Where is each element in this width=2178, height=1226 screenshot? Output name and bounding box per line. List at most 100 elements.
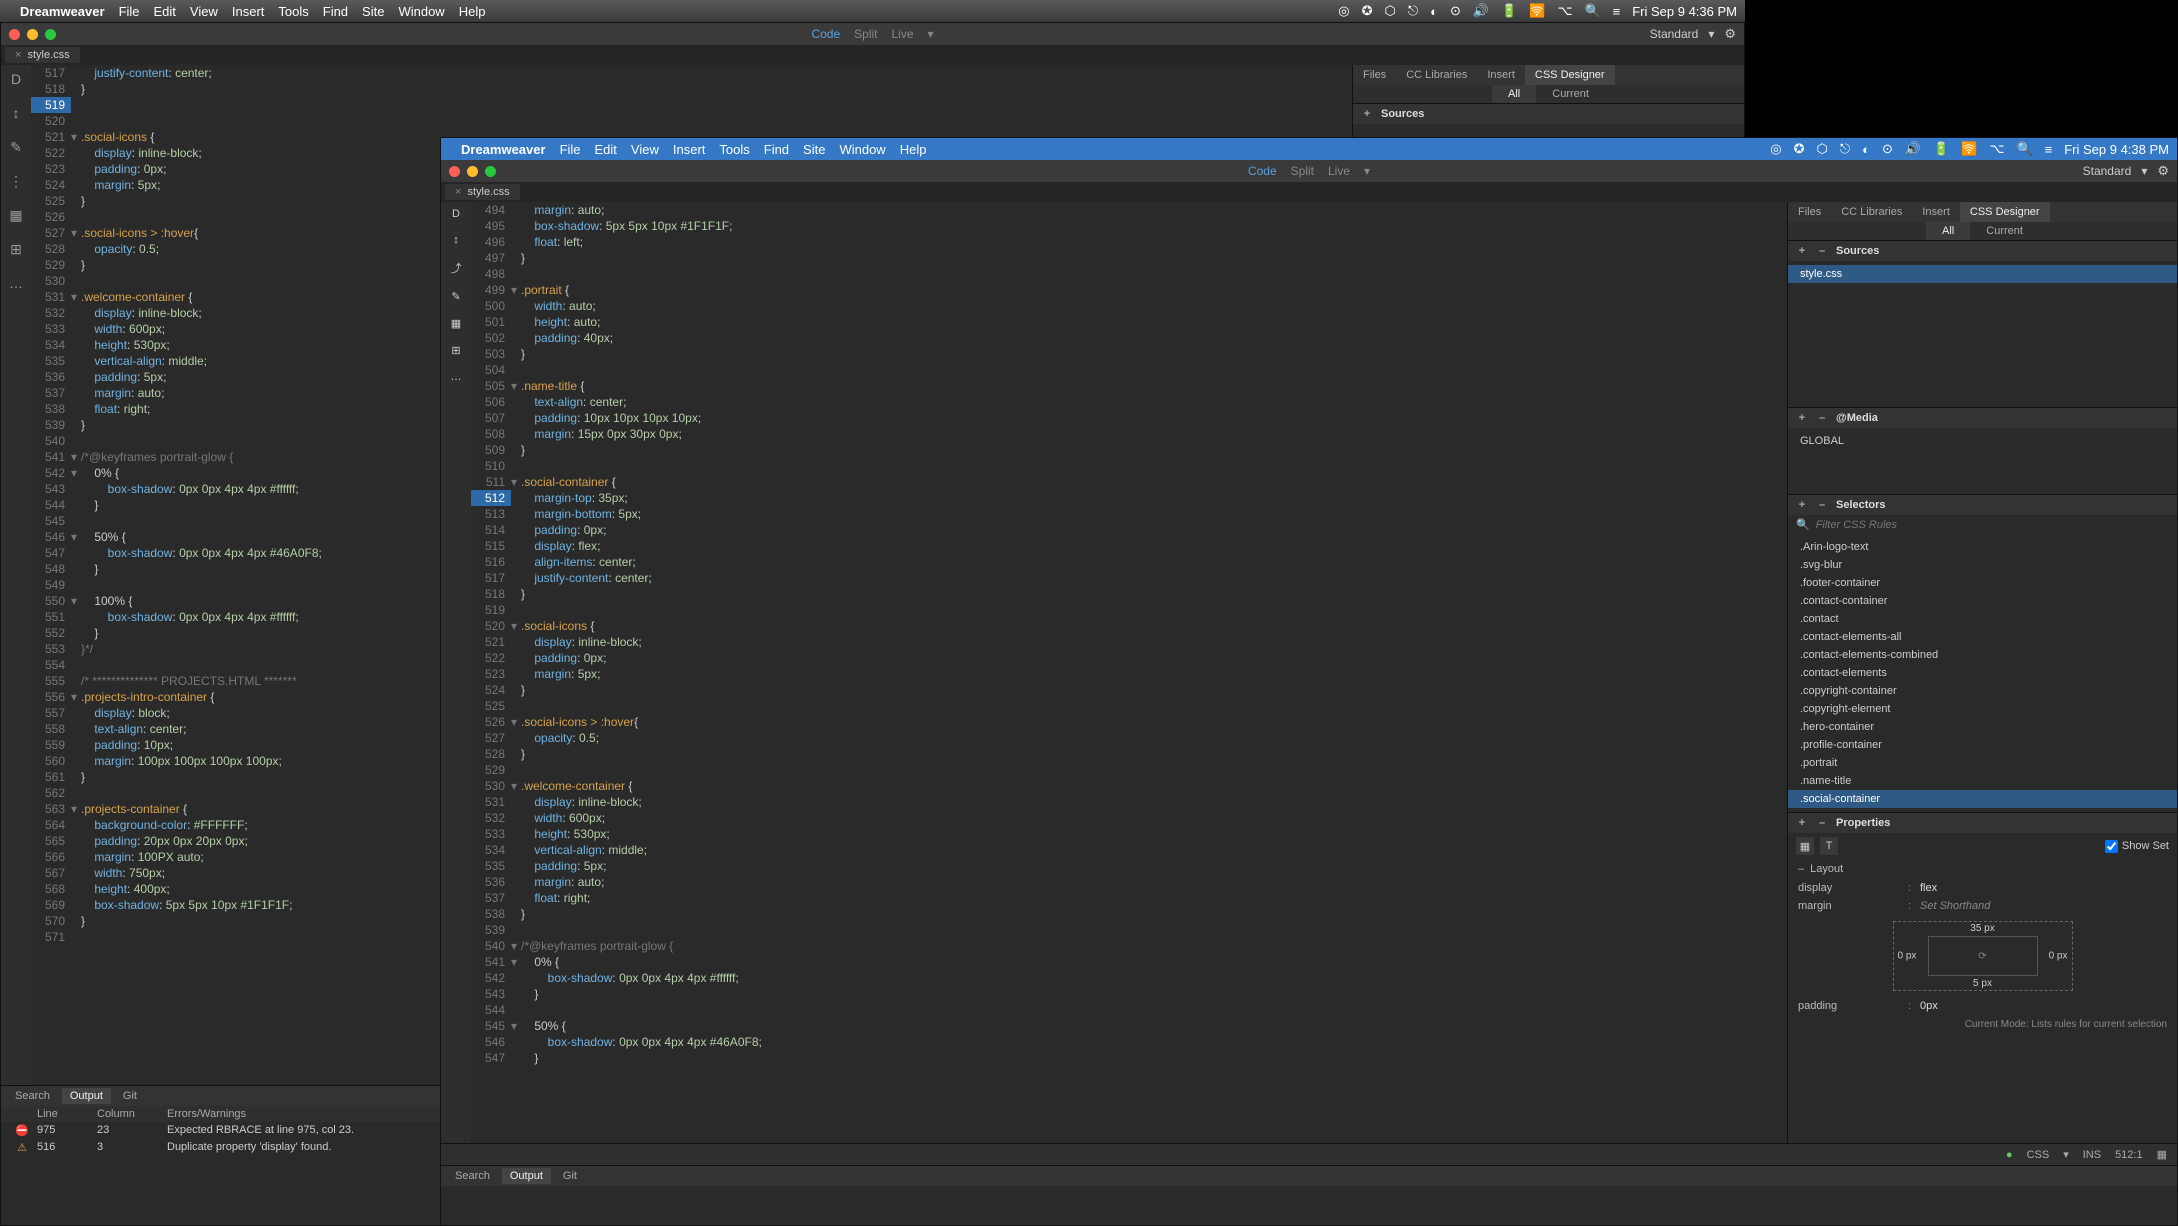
status-icon[interactable]: ✪ bbox=[1794, 141, 1805, 157]
tab-git[interactable]: Git bbox=[115, 1088, 145, 1104]
add-media-icon[interactable]: + bbox=[1796, 412, 1808, 424]
add-property-icon[interactable]: + bbox=[1796, 817, 1808, 829]
mode-split[interactable]: Split bbox=[1291, 164, 1314, 178]
prop-padding[interactable]: padding : 0px bbox=[1788, 997, 2177, 1015]
menu-insert[interactable]: Insert bbox=[673, 142, 706, 157]
code-line[interactable]: 515 display: flex; bbox=[471, 538, 1787, 554]
sources-header[interactable]: + – Sources bbox=[1788, 241, 2177, 261]
code-line[interactable]: 530▾.welcome-container { bbox=[471, 778, 1787, 794]
status-icon[interactable]: ⊙ bbox=[1450, 3, 1461, 19]
prop-value[interactable]: flex bbox=[1920, 882, 1937, 894]
menu-window[interactable]: Window bbox=[839, 142, 885, 157]
menu-view[interactable]: View bbox=[190, 4, 218, 19]
tab-cc-libraries[interactable]: CC Libraries bbox=[1831, 202, 1912, 222]
prop-margin[interactable]: margin : Set Shorthand bbox=[1788, 897, 2177, 915]
menu-help[interactable]: Help bbox=[900, 142, 927, 157]
rail-tool-icon[interactable]: … bbox=[8, 275, 24, 291]
rail-tool-icon[interactable]: ▦ bbox=[8, 207, 24, 223]
rail-tool-icon[interactable]: ✎ bbox=[451, 290, 460, 303]
layout-category-icon[interactable]: ▦ bbox=[1796, 837, 1814, 855]
status-icon[interactable]: ⊙ bbox=[1882, 141, 1893, 157]
selector-item[interactable]: .contact-container bbox=[1788, 592, 2177, 610]
rail-tool-icon[interactable]: ▦ bbox=[451, 317, 461, 330]
status-overview-icon[interactable]: ▦ bbox=[2157, 1148, 2167, 1161]
code-line[interactable]: 516 align-items: center; bbox=[471, 554, 1787, 570]
selector-item[interactable]: .footer-container bbox=[1788, 574, 2177, 592]
code-line[interactable]: 531 display: inline-block; bbox=[471, 794, 1787, 810]
rail-tool-icon[interactable]: ✎ bbox=[8, 139, 24, 155]
show-set-checkbox[interactable] bbox=[2105, 840, 2118, 853]
subtab-all[interactable]: All bbox=[1926, 222, 1970, 240]
tab-cc-libraries[interactable]: CC Libraries bbox=[1396, 65, 1477, 85]
mode-live[interactable]: Live bbox=[891, 27, 913, 41]
selector-item[interactable]: .contact-elements-combined bbox=[1788, 646, 2177, 664]
media-header[interactable]: + – @Media bbox=[1788, 408, 2177, 428]
code-line[interactable]: 504 bbox=[471, 362, 1787, 378]
code-line[interactable]: 510 bbox=[471, 458, 1787, 474]
selector-item[interactable]: .portrait bbox=[1788, 754, 2177, 772]
code-line[interactable]: 527 opacity: 0.5; bbox=[471, 730, 1787, 746]
remove-source-icon[interactable]: – bbox=[1816, 245, 1828, 257]
status-icon[interactable]: ◐ bbox=[1430, 4, 1438, 19]
code-line[interactable]: 535 padding: 5px; bbox=[471, 858, 1787, 874]
status-icon[interactable]: ✪ bbox=[1362, 3, 1373, 19]
selector-item[interactable]: .svg-blur bbox=[1788, 556, 2177, 574]
code-line[interactable]: 523 margin: 5px; bbox=[471, 666, 1787, 682]
show-set-toggle[interactable]: Show Set bbox=[2105, 840, 2169, 853]
menubar-clock[interactable]: Fri Sep 9 4:36 PM bbox=[1632, 4, 1737, 19]
prop-value[interactable]: 0px bbox=[1920, 1000, 1938, 1012]
code-line[interactable]: 546 box-shadow: 0px 0px 4px 4px #46A0F8; bbox=[471, 1034, 1787, 1050]
add-source-icon[interactable]: + bbox=[1361, 108, 1373, 120]
selector-item[interactable]: .profile-container bbox=[1788, 736, 2177, 754]
file-tab[interactable]: × style.css bbox=[5, 47, 80, 63]
wifi-icon[interactable]: 🛜 bbox=[1529, 3, 1545, 19]
code-line[interactable]: 518 } bbox=[471, 586, 1787, 602]
code-line[interactable]: 533 height: 530px; bbox=[471, 826, 1787, 842]
rail-tool-icon[interactable]: ⊞ bbox=[451, 344, 460, 357]
selector-item[interactable]: .contact-elements-all bbox=[1788, 628, 2177, 646]
subtab-all[interactable]: All bbox=[1492, 85, 1536, 103]
code-line[interactable]: 519 bbox=[471, 602, 1787, 618]
subtab-current[interactable]: Current bbox=[1536, 85, 1605, 103]
code-line[interactable]: 536 margin: auto; bbox=[471, 874, 1787, 890]
code-line[interactable]: 517 justify-content: center; bbox=[471, 570, 1787, 586]
code-line[interactable]: 528 } bbox=[471, 746, 1787, 762]
mode-dropdown-icon[interactable]: ▾ bbox=[1364, 164, 1370, 178]
selector-item[interactable]: .Arin-logo-text bbox=[1788, 538, 2177, 556]
code-line[interactable]: 547 } bbox=[471, 1050, 1787, 1066]
tab-css-designer[interactable]: CSS Designer bbox=[1525, 65, 1615, 85]
chevron-down-icon[interactable]: ▾ bbox=[2063, 1148, 2069, 1161]
rail-tool-icon[interactable]: ↕ bbox=[8, 105, 24, 121]
battery-icon[interactable]: 🔋 bbox=[1933, 141, 1949, 157]
rail-tool-icon[interactable]: ↕ bbox=[453, 234, 459, 246]
code-line[interactable]: 505▾.name-title { bbox=[471, 378, 1787, 394]
code-line[interactable]: 512 margin-top: 35px; bbox=[471, 490, 1787, 506]
rail-tool-icon[interactable]: ⋮ bbox=[8, 173, 24, 189]
volume-icon[interactable]: 🔊 bbox=[1473, 3, 1489, 19]
code-line[interactable]: 529 bbox=[471, 762, 1787, 778]
code-line[interactable]: 502 padding: 40px; bbox=[471, 330, 1787, 346]
tab-files[interactable]: Files bbox=[1353, 65, 1396, 85]
tab-search[interactable]: Search bbox=[7, 1088, 58, 1104]
layout-group-header[interactable]: – Layout bbox=[1788, 859, 2177, 879]
menu-site[interactable]: Site bbox=[803, 142, 825, 157]
code-line[interactable]: 543 } bbox=[471, 986, 1787, 1002]
menu-find[interactable]: Find bbox=[323, 4, 348, 19]
code-line[interactable]: 520 bbox=[31, 113, 1352, 129]
subtab-current[interactable]: Current bbox=[1970, 222, 2039, 240]
keyboard-icon[interactable]: ⌥ bbox=[1557, 3, 1572, 19]
menu-find[interactable]: Find bbox=[764, 142, 789, 157]
close-button[interactable] bbox=[449, 166, 460, 177]
remove-media-icon[interactable]: – bbox=[1816, 412, 1828, 424]
control-center-icon[interactable]: ≡ bbox=[2045, 142, 2053, 157]
workspace-switcher[interactable]: Standard bbox=[2083, 164, 2132, 178]
collapse-icon[interactable]: – bbox=[1798, 863, 1804, 875]
menu-help[interactable]: Help bbox=[459, 4, 486, 19]
code-line[interactable]: 538 } bbox=[471, 906, 1787, 922]
spotlight-icon[interactable]: 🔍 bbox=[1584, 3, 1600, 19]
code-line[interactable]: 495 box-shadow: 5px 5px 10px #1F1F1F; bbox=[471, 218, 1787, 234]
selector-item[interactable]: .name-title bbox=[1788, 772, 2177, 790]
zoom-button[interactable] bbox=[45, 29, 56, 40]
status-icon[interactable]: ⎋ bbox=[1408, 3, 1418, 19]
status-language[interactable]: CSS bbox=[2027, 1149, 2050, 1161]
